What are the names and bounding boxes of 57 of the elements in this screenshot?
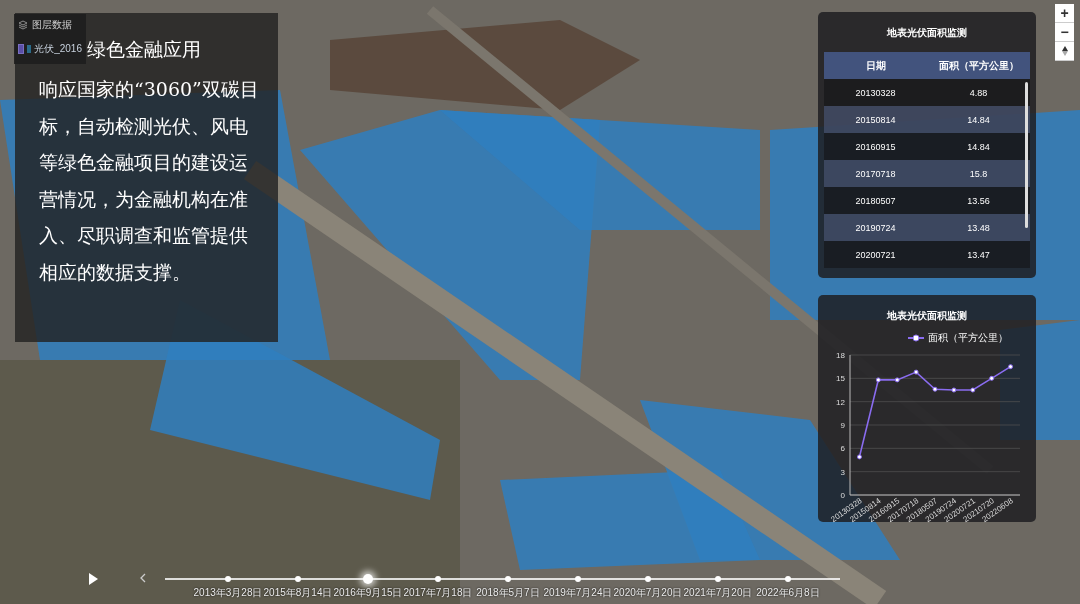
timeline-stop[interactable]: 2022年6月8日 <box>753 568 823 600</box>
timeline-stop[interactable]: 2019年7月24日 <box>543 568 613 600</box>
layers-icon <box>18 20 28 30</box>
timeline-stop[interactable]: 2017年7月18日 <box>403 568 473 600</box>
data-point <box>932 386 938 392</box>
chart-title: 地表光伏面积监测 <box>886 309 968 323</box>
column-header: 面积（平方公里） <box>937 58 1020 73</box>
data-point <box>951 387 957 393</box>
table-cell-text: 20150814 <box>854 114 897 125</box>
table-cell-text: 14.84 <box>966 141 991 152</box>
y-tick-label: 12 <box>836 397 845 407</box>
legend-marker-icon <box>908 334 924 342</box>
zoom-in-button[interactable]: + <box>1055 4 1074 23</box>
table-cell-text: 13.48 <box>966 222 991 233</box>
table-cell-text: 20180507 <box>854 195 897 206</box>
timeline-stop[interactable]: 2016年9月15日 <box>333 568 403 600</box>
table-cell-text: 20170718 <box>854 168 897 179</box>
y-tick-label: 6 <box>840 444 845 454</box>
table-cell-text: 20190724 <box>854 222 897 233</box>
y-tick-label: 18 <box>836 351 845 360</box>
layer-checkbox[interactable] <box>18 44 25 54</box>
timeline-stop[interactable]: 2018年5月7日 <box>473 568 543 600</box>
data-point <box>856 454 862 460</box>
column-header: 日期 <box>864 58 887 73</box>
y-tick-label: 0 <box>840 491 845 500</box>
table-title: 地表光伏面积监测 <box>886 26 968 40</box>
table-cell-text: 20130328 <box>854 87 897 98</box>
timeline-stop[interactable]: 2013年3月28日 <box>193 568 263 600</box>
table-cell-text: 14.84 <box>966 114 991 125</box>
timeline-stop[interactable]: 2020年7月20日 <box>613 568 683 600</box>
table-cell-text: 4.88 <box>968 87 989 98</box>
table-cell-text: 13.47 <box>966 249 991 260</box>
info-title: 绿色金融应用 <box>87 37 201 62</box>
data-point <box>875 377 881 383</box>
table-cell-text: 20160915 <box>854 141 897 152</box>
data-point <box>913 369 919 375</box>
compass-icon <box>1060 45 1069 57</box>
data-point <box>894 377 900 383</box>
table-cell-text: 20200721 <box>854 249 897 260</box>
layer-panel-title: 图层数据 <box>32 18 72 32</box>
table-cell-text: 13.56 <box>966 195 991 206</box>
previous-button[interactable] <box>138 571 148 585</box>
layer-swatch-icon <box>27 45 32 53</box>
data-point <box>989 375 995 381</box>
timeline-stop[interactable]: 2021年7月20日 <box>683 568 753 600</box>
layer-label[interactable]: 光伏_2016 <box>34 42 82 56</box>
scrollbar-thumb[interactable] <box>1025 82 1028 228</box>
table-cell-text: 15.8 <box>968 168 989 179</box>
play-button[interactable] <box>86 572 100 586</box>
data-point <box>1008 364 1014 370</box>
info-paragraph: 响应国家的“3060”双碳目标，自动检测光伏、风电等绿色金融项目的建设运营情况，为金融机构在准入、尽职调查和监管提供相应的数据支撑。 <box>39 77 260 285</box>
y-tick-label: 9 <box>840 421 845 430</box>
legend-label: 面积（平方公里） <box>928 331 1008 345</box>
y-tick-label: 3 <box>840 467 845 477</box>
y-tick-label: 15 <box>836 374 845 384</box>
data-point <box>970 387 976 393</box>
timeline-stop[interactable]: 2015年8月14日 <box>263 568 333 600</box>
